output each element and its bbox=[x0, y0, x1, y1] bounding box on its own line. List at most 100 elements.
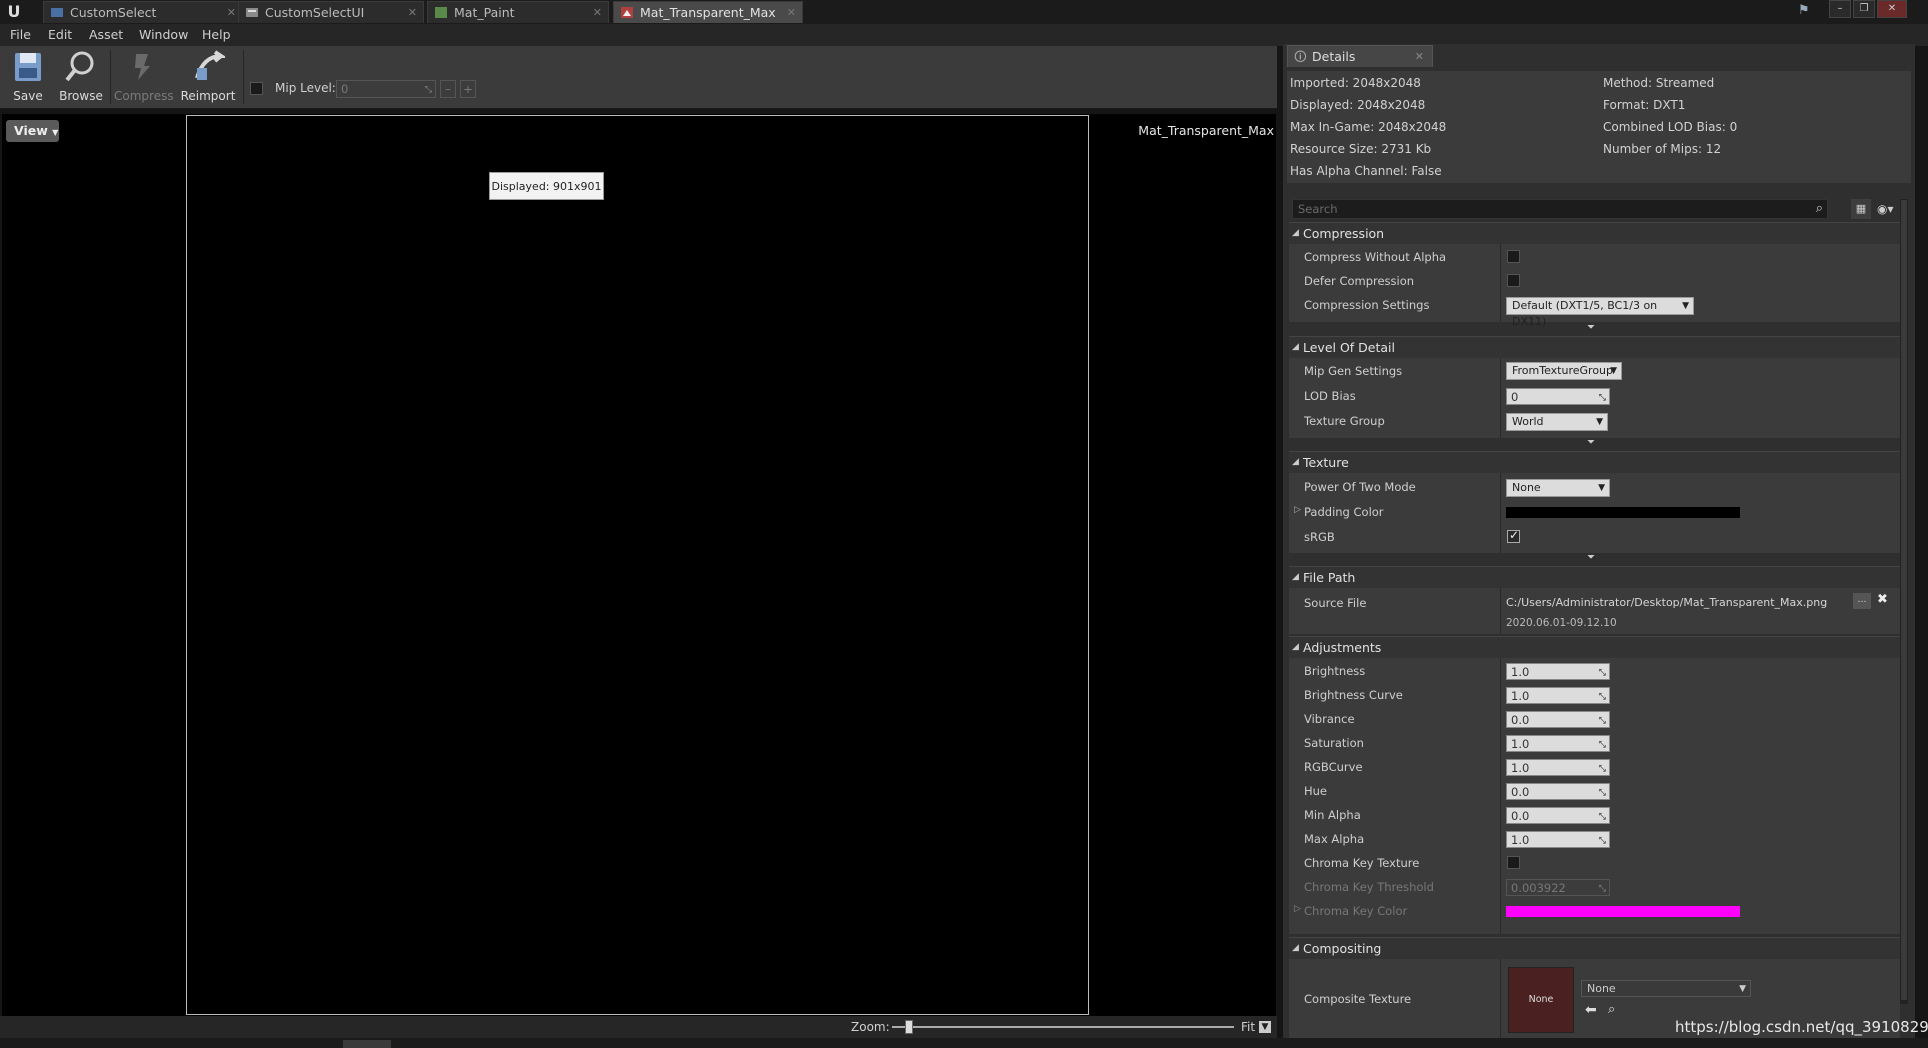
view-options-grid-icon[interactable]: ▦ bbox=[1851, 199, 1871, 219]
advanced-expand-icon[interactable]: ⏷ bbox=[1587, 322, 1595, 333]
details-icon: 🛈 bbox=[1294, 49, 1307, 64]
hue-value: 0.0 bbox=[1511, 785, 1530, 799]
vibrance-value: 0.0 bbox=[1511, 713, 1530, 727]
texture-group-dropdown[interactable]: World ▼ bbox=[1506, 413, 1608, 431]
expand-triangle-icon[interactable]: ▷ bbox=[1294, 904, 1301, 914]
source-file-timestamp: 2020.06.01-09.12.10 bbox=[1506, 617, 1617, 629]
prop-texture-group: Texture Group bbox=[1304, 414, 1385, 428]
close-icon[interactable]: ✕ bbox=[408, 2, 417, 23]
brightness-curve-input[interactable]: 1.0 ⤡ bbox=[1506, 687, 1610, 704]
zoom-slider-handle[interactable] bbox=[905, 1020, 914, 1034]
prop-srgb: sRGB bbox=[1304, 530, 1335, 544]
power-of-two-dropdown[interactable]: None ▼ bbox=[1506, 479, 1610, 497]
clear-icon[interactable]: ✖ bbox=[1877, 592, 1888, 607]
advanced-expand-icon[interactable]: ⏷ bbox=[1587, 552, 1595, 563]
chevron-down-icon: ▼ bbox=[1610, 366, 1617, 376]
compress-icon bbox=[135, 54, 150, 80]
chroma-key-threshold-input[interactable]: 0.003922 ⤡ bbox=[1506, 879, 1610, 896]
close-window-icon[interactable]: ✕ bbox=[1877, 0, 1907, 18]
category-compositing[interactable]: ◢ Compositing bbox=[1289, 937, 1900, 959]
view-menu-button[interactable]: View ▼ bbox=[6, 120, 59, 142]
lod-bias-input[interactable]: 0 ⤡ bbox=[1506, 388, 1610, 405]
spin-arrows-icon: ⤡ bbox=[1598, 764, 1606, 774]
vibrance-input[interactable]: 0.0 ⤡ bbox=[1506, 711, 1610, 728]
menu-window[interactable]: Window bbox=[139, 27, 188, 42]
chroma-key-texture-checkbox[interactable] bbox=[1507, 856, 1520, 869]
collapse-triangle-icon: ◢ bbox=[1292, 228, 1299, 238]
tab-customselect[interactable]: CustomSelect ✕ bbox=[43, 1, 243, 23]
info-format: Format: DXT1 bbox=[1603, 98, 1686, 112]
spin-arrows-icon: ⤡ bbox=[1598, 884, 1606, 894]
srgb-checkbox[interactable] bbox=[1507, 528, 1520, 543]
menu-file[interactable]: File bbox=[10, 27, 31, 42]
feedback-icon[interactable]: ⚑ bbox=[1798, 3, 1816, 19]
menu-help[interactable]: Help bbox=[202, 27, 231, 42]
prop-compress-without-alpha: Compress Without Alpha bbox=[1304, 250, 1447, 264]
hue-input[interactable]: 0.0 ⤡ bbox=[1506, 783, 1610, 800]
reimport-button[interactable]: Reimport bbox=[178, 48, 238, 106]
mip-decrease-button[interactable]: – bbox=[440, 80, 456, 98]
category-texture[interactable]: ◢ Texture bbox=[1289, 451, 1900, 473]
mip-gen-settings-dropdown[interactable]: FromTextureGroup ▼ bbox=[1506, 362, 1622, 380]
close-icon[interactable]: ✕ bbox=[227, 2, 236, 23]
compression-settings-dropdown[interactable]: Default (DXT1/5, BC1/3 on DX11) ▼ bbox=[1506, 297, 1694, 328]
mip-level-input[interactable]: 0 ⤡ bbox=[336, 80, 436, 98]
column-divider bbox=[1500, 244, 1501, 322]
maximize-icon[interactable]: ❐ bbox=[1853, 0, 1875, 18]
min-alpha-input[interactable]: 0.0 ⤡ bbox=[1506, 807, 1610, 824]
zoom-slider-track[interactable] bbox=[892, 1026, 1234, 1028]
prop-hue: Hue bbox=[1304, 784, 1328, 798]
details-scrollbar-thumb[interactable] bbox=[1901, 200, 1907, 1000]
prop-saturation: Saturation bbox=[1304, 736, 1364, 750]
chevron-down-icon: ▼ bbox=[1596, 417, 1603, 427]
advanced-expand-icon[interactable]: ⏷ bbox=[1587, 437, 1595, 448]
fit-label: Fit bbox=[1241, 1020, 1256, 1034]
fit-dropdown-icon[interactable]: ▼ bbox=[1259, 1021, 1271, 1033]
mip-level-checkbox[interactable] bbox=[250, 82, 263, 95]
browse-asset-search-icon[interactable]: ⌕ bbox=[1608, 1002, 1615, 1017]
minimize-icon[interactable]: – bbox=[1829, 0, 1851, 18]
browse-file-button[interactable]: … bbox=[1853, 593, 1871, 609]
details-search-input[interactable]: Search ⌕ bbox=[1292, 199, 1828, 219]
compress-without-alpha-checkbox[interactable] bbox=[1507, 250, 1520, 263]
padding-color-swatch[interactable] bbox=[1506, 507, 1740, 518]
prop-padding-color: Padding Color bbox=[1304, 505, 1384, 519]
prop-source-file: Source File bbox=[1304, 596, 1367, 610]
tab-customselectui[interactable]: CustomSelectUI ✕ bbox=[238, 1, 424, 23]
menu-bar: File Edit Asset Window Help bbox=[0, 24, 1928, 46]
category-adjustments[interactable]: ◢ Adjustments bbox=[1289, 636, 1900, 658]
view-label: View bbox=[14, 123, 48, 138]
defer-compression-checkbox[interactable] bbox=[1507, 274, 1520, 287]
tab-mat-transparent-max[interactable]: Mat_Transparent_Max ✕ bbox=[613, 1, 803, 23]
tab-mat-paint[interactable]: Mat_Paint ✕ bbox=[427, 1, 609, 23]
browse-button[interactable]: Browse bbox=[57, 48, 105, 106]
max-alpha-input[interactable]: 1.0 ⤡ bbox=[1506, 831, 1610, 848]
expand-triangle-icon[interactable]: ▷ bbox=[1294, 505, 1301, 515]
mip-increase-button[interactable]: + bbox=[460, 80, 476, 98]
unreal-logo-icon[interactable]: U bbox=[4, 2, 24, 22]
chroma-key-color-swatch[interactable] bbox=[1506, 906, 1740, 917]
category-compression[interactable]: ◢ Compression bbox=[1289, 222, 1900, 244]
close-icon[interactable]: ✕ bbox=[787, 2, 796, 23]
spin-arrows-icon: ⤡ bbox=[1598, 836, 1606, 846]
info-displayed: Displayed: 2048x2048 bbox=[1290, 98, 1426, 112]
save-button[interactable]: Save bbox=[6, 48, 50, 106]
menu-asset[interactable]: Asset bbox=[89, 27, 123, 42]
compress-button[interactable]: Compress bbox=[114, 48, 174, 106]
dropdown-value: FromTextureGroup bbox=[1512, 364, 1614, 377]
saturation-input[interactable]: 1.0 ⤡ bbox=[1506, 735, 1610, 752]
rgbcurve-input[interactable]: 1.0 ⤡ bbox=[1506, 759, 1610, 776]
texture-preview-frame bbox=[186, 115, 1089, 1015]
close-icon[interactable]: ✕ bbox=[1415, 46, 1424, 67]
composite-texture-dropdown[interactable]: None ▼ bbox=[1581, 980, 1751, 997]
tab-details[interactable]: 🛈 Details ✕ bbox=[1287, 45, 1433, 67]
composite-texture-thumbnail[interactable]: None bbox=[1508, 967, 1574, 1033]
brightness-input[interactable]: 1.0 ⤡ bbox=[1506, 663, 1610, 680]
dropdown-value: None bbox=[1512, 481, 1541, 494]
category-level-of-detail[interactable]: ◢ Level Of Detail bbox=[1289, 336, 1900, 358]
category-file-path[interactable]: ◢ File Path bbox=[1289, 566, 1900, 588]
close-icon[interactable]: ✕ bbox=[593, 2, 602, 23]
use-selected-arrow-icon[interactable]: ⬅ bbox=[1585, 1002, 1597, 1018]
menu-edit[interactable]: Edit bbox=[48, 27, 72, 42]
prop-lod-bias: LOD Bias bbox=[1304, 389, 1356, 403]
